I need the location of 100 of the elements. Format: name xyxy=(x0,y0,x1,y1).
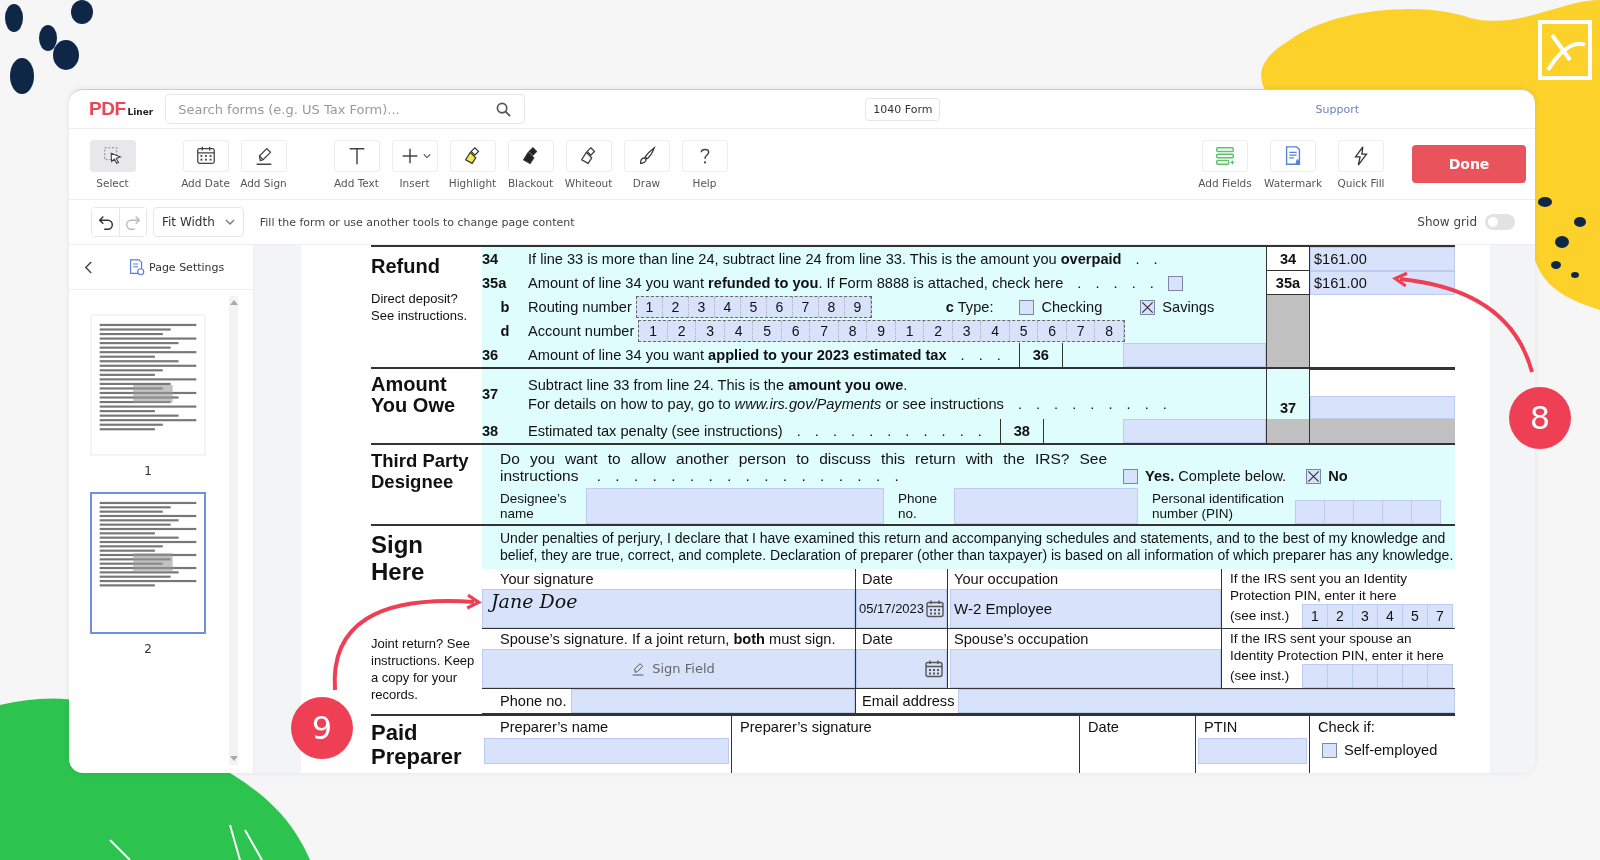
line-number: 36 xyxy=(482,346,500,365)
digit-cell[interactable]: 8 xyxy=(838,321,868,341)
digit-cell[interactable]: 6 xyxy=(766,297,793,317)
field-label: Check if: xyxy=(1317,718,1376,737)
digit-cell[interactable]: 1 xyxy=(639,321,668,341)
pin-field[interactable] xyxy=(1302,664,1453,688)
digit-cell[interactable]: 6 xyxy=(1038,321,1067,341)
zoom-dropdown[interactable]: Fit Width xyxy=(153,207,244,237)
pin-cell[interactable]: 2 xyxy=(1328,605,1353,627)
checkbox[interactable] xyxy=(1140,299,1156,315)
scrollbar[interactable] xyxy=(229,296,238,765)
line-number: b xyxy=(499,298,511,317)
logo-icon xyxy=(1538,20,1592,80)
digit-cell[interactable]: 2 xyxy=(667,321,697,341)
hint-text: Fill the form or use another tools to change page content xyxy=(259,215,575,229)
caret-icon xyxy=(422,152,431,159)
redo-icon xyxy=(124,213,142,231)
done-button[interactable]: Done xyxy=(1412,145,1526,183)
dot-leader: . . . . . xyxy=(1077,275,1154,291)
input-field[interactable] xyxy=(950,649,1221,688)
digit-cell[interactable]: 4 xyxy=(714,297,741,317)
digit-cell[interactable]: 7 xyxy=(810,321,839,341)
line-box-number: 34 xyxy=(1266,247,1310,271)
digit-cell[interactable]: 8 xyxy=(818,297,845,317)
input-field[interactable] xyxy=(958,689,1455,713)
scroll-down-icon[interactable] xyxy=(229,756,238,761)
signature-field[interactable]: Jane Doe xyxy=(482,589,855,628)
scroll-up-icon[interactable] xyxy=(229,300,238,305)
date-field[interactable]: 05/17/2023 xyxy=(856,589,947,628)
page-thumbnail[interactable] xyxy=(90,492,206,634)
digit-cell[interactable]: 9 xyxy=(844,297,871,317)
amount-field[interactable] xyxy=(1310,396,1455,419)
checkbox[interactable] xyxy=(1167,275,1183,291)
amount-field[interactable] xyxy=(1123,343,1266,367)
pin-cell[interactable]: 7 xyxy=(1428,605,1452,627)
calendar-icon[interactable] xyxy=(925,598,946,619)
checkbox[interactable] xyxy=(1322,742,1337,758)
amount-field[interactable] xyxy=(1123,419,1266,443)
digit-cell[interactable]: 9 xyxy=(867,321,896,341)
input-field[interactable] xyxy=(484,738,729,764)
line-text: Amount of line 34 you want applied to your 2023 estimated tax xyxy=(528,347,947,363)
section-note: Joint return? See instructions. Keep a copy for your records. xyxy=(371,635,476,703)
amount-field[interactable]: $161.00 xyxy=(1310,247,1455,271)
pin-cell[interactable]: 4 xyxy=(1378,605,1403,627)
checkbox[interactable] xyxy=(1019,299,1035,315)
digit-cell[interactable]: 5 xyxy=(740,297,767,317)
search-field[interactable]: Search forms (e.g. US Tax Form)... xyxy=(165,94,526,124)
section-heading: Third Party Designee xyxy=(371,450,470,492)
section-heading: Amount You Owe xyxy=(371,374,457,416)
digit-cell[interactable]: 8 xyxy=(1095,321,1124,341)
checkbox[interactable] xyxy=(1306,468,1322,484)
digit-cell[interactable]: 3 xyxy=(696,321,725,341)
pin-field[interactable] xyxy=(1295,500,1441,524)
field-label: Your occupation xyxy=(953,570,1060,589)
calendar-icon[interactable] xyxy=(924,658,944,679)
dot-leader: . . . xyxy=(960,347,1001,363)
field-label: Date xyxy=(1087,718,1120,737)
section-note: Direct deposit? See instructions. xyxy=(371,290,469,324)
input-field[interactable] xyxy=(1198,738,1307,764)
digit-cell[interactable]: 3 xyxy=(688,297,715,317)
pin-cell[interactable]: 3 xyxy=(1353,605,1378,627)
checkbox[interactable] xyxy=(1123,468,1138,484)
logo[interactable]: PDF Liner xyxy=(89,98,154,120)
dot-leader: . . xyxy=(1135,251,1158,267)
question-text: Do you want to allow another person to discuss this return with the IRS? See instructions . . . . . . . . . . . . . . . . . xyxy=(500,450,1107,484)
field-label: c Type: xyxy=(945,299,994,315)
back-icon[interactable] xyxy=(84,260,93,274)
amount-field[interactable]: $161.00 xyxy=(1310,271,1455,295)
digit-cell[interactable]: 1 xyxy=(636,297,663,317)
support-link[interactable]: Support xyxy=(1315,102,1359,116)
page-number: 2 xyxy=(144,642,152,656)
digit-cell[interactable]: 2 xyxy=(662,297,689,317)
shaded-cell xyxy=(1266,295,1310,319)
digit-cell[interactable]: 6 xyxy=(781,321,811,341)
digit-cell[interactable]: 3 xyxy=(952,321,982,341)
line-number: d xyxy=(499,322,511,341)
date-field[interactable] xyxy=(856,649,947,688)
digit-cell[interactable]: 4 xyxy=(981,321,1010,341)
digit-cell[interactable]: 7 xyxy=(792,297,819,317)
sign-field-button[interactable]: Sign Field xyxy=(482,649,855,688)
digit-cell[interactable]: 1 xyxy=(895,321,925,341)
input-field[interactable]: W-2 Employee xyxy=(950,589,1221,628)
input-field[interactable] xyxy=(570,689,855,713)
input-field[interactable] xyxy=(586,488,884,524)
search-icon[interactable] xyxy=(496,102,512,117)
digit-cell[interactable]: 4 xyxy=(724,321,754,341)
field-label: Designee’s name xyxy=(500,490,568,523)
calendar-icon xyxy=(194,144,217,167)
section-heading: Sign Here xyxy=(371,531,426,585)
input-field[interactable] xyxy=(954,488,1138,524)
digit-cell[interactable]: 2 xyxy=(924,321,953,341)
page-settings-button[interactable]: Page Settings xyxy=(128,258,225,276)
field-label: PTIN xyxy=(1203,718,1239,737)
show-grid-toggle[interactable] xyxy=(1485,214,1515,230)
digit-cell[interactable]: 7 xyxy=(1066,321,1096,341)
digit-cell[interactable]: 5 xyxy=(1009,321,1039,341)
pin-cell[interactable]: 1 xyxy=(1303,605,1328,627)
pin-cell[interactable]: 5 xyxy=(1403,605,1428,627)
digit-cell[interactable]: 5 xyxy=(753,321,782,341)
line-text: For details on how to pay, go to www.irs.gov/Payments or see instructions xyxy=(528,395,1004,412)
